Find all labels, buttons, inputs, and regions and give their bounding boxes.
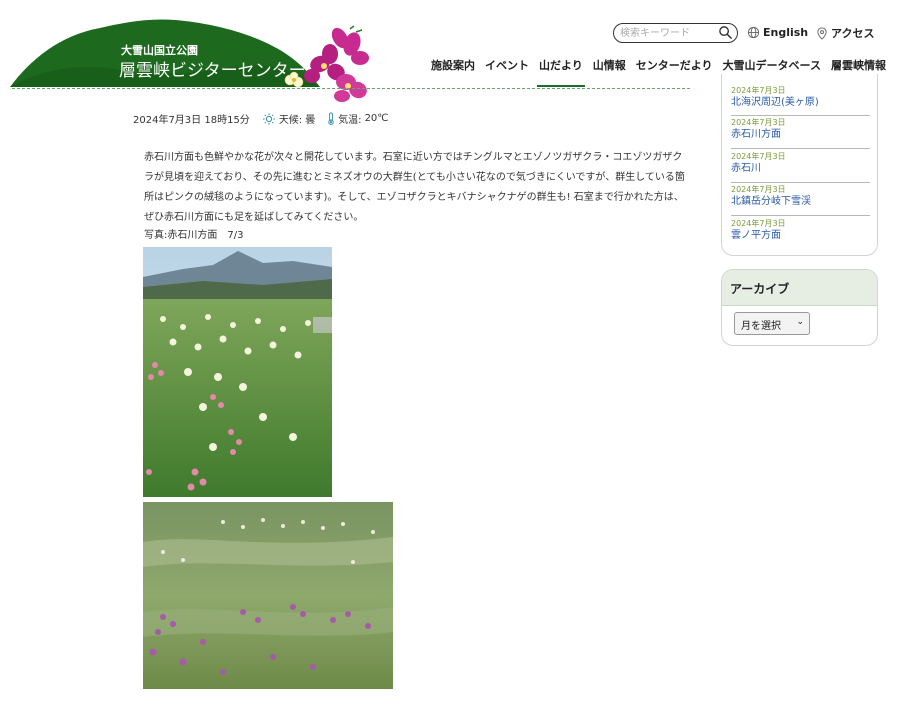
english-label: English: [763, 26, 809, 39]
recent-post-date: 2024年7月3日: [731, 86, 786, 95]
weather-value: 曇: [305, 115, 316, 126]
logo-title[interactable]: 層雲峡ビジターセンター: [119, 56, 306, 81]
archive-title: アーカイブ: [722, 270, 877, 306]
recent-post[interactable]: 2024年7月3日 赤石川方面: [731, 118, 870, 149]
archive-month-select[interactable]: 月を選択 ⌄: [734, 312, 810, 335]
archive-box: アーカイブ 月を選択 ⌄: [721, 269, 878, 346]
recent-post-title[interactable]: 北鎮岳分岐下雪渓: [731, 195, 870, 209]
location-pin-icon: [817, 26, 827, 40]
recent-post-date: 2024年7月3日: [731, 219, 786, 228]
recent-post-date: 2024年7月3日: [731, 152, 786, 161]
nav-event[interactable]: イベント: [480, 58, 534, 86]
flower-logo-icon: [284, 25, 369, 102]
recent-post-title[interactable]: 赤石川: [731, 162, 870, 176]
recent-posts-box: 2024年7月3日 北海沢周辺(美ヶ原) 2024年7月3日 赤石川方面 202…: [721, 74, 878, 256]
recent-post-title[interactable]: 赤石川方面: [731, 128, 870, 142]
sun-cloud-icon: [262, 113, 275, 124]
recent-post-date: 2024年7月3日: [731, 118, 786, 127]
search-icon[interactable]: [718, 25, 733, 40]
recent-post-title[interactable]: 雲ノ平方面: [731, 229, 870, 243]
recent-post[interactable]: 2024年7月3日 雲ノ平方面: [731, 219, 870, 247]
recent-post-title[interactable]: 北海沢周辺(美ヶ原): [731, 96, 870, 110]
post-meta: 2024年7月3日 18時15分 天候: 曇 気温: 20℃: [133, 111, 389, 126]
recent-post[interactable]: 2024年7月3日 赤石川: [731, 152, 870, 183]
photo-meadow-flowers[interactable]: [143, 502, 393, 689]
temperature-label: 気温:: [338, 115, 362, 126]
post-body: 赤石川方面も色鮮やかな花が次々と開花しています。石室に近い方ではチングルマとエゾ…: [144, 152, 685, 223]
access-link[interactable]: アクセス: [816, 25, 874, 41]
post-datetime: 2024年7月3日 18時15分: [133, 115, 250, 126]
recent-post-date: 2024年7月3日: [731, 185, 786, 194]
recent-post[interactable]: 2024年7月3日 北鎮岳分岐下雪渓: [731, 185, 870, 216]
nav-mountain-news[interactable]: 山だより: [534, 58, 588, 87]
archive-select-value: 月を選択: [741, 321, 781, 332]
english-link[interactable]: English: [747, 26, 808, 39]
access-label: アクセス: [831, 27, 875, 40]
nav-center-news[interactable]: センターだより: [631, 58, 718, 86]
photo-alpine-flowers-mountain[interactable]: [143, 247, 332, 497]
photo-caption: 写真:赤石川方面 7/3: [144, 230, 244, 241]
search-box[interactable]: [613, 23, 738, 43]
nav-facility[interactable]: 施設案内: [426, 58, 480, 86]
globe-icon: [747, 26, 760, 39]
search-input[interactable]: [620, 25, 718, 41]
chevron-down-icon: ⌄: [796, 317, 804, 327]
nav-mountain-info[interactable]: 山情報: [588, 58, 631, 86]
weather-label: 天候:: [278, 115, 303, 126]
recent-post[interactable]: 2024年7月3日 北海沢周辺(美ヶ原): [731, 86, 870, 116]
thermometer-icon: [328, 112, 334, 125]
temperature-value: 20℃: [364, 113, 389, 124]
header-divider: [12, 88, 690, 89]
